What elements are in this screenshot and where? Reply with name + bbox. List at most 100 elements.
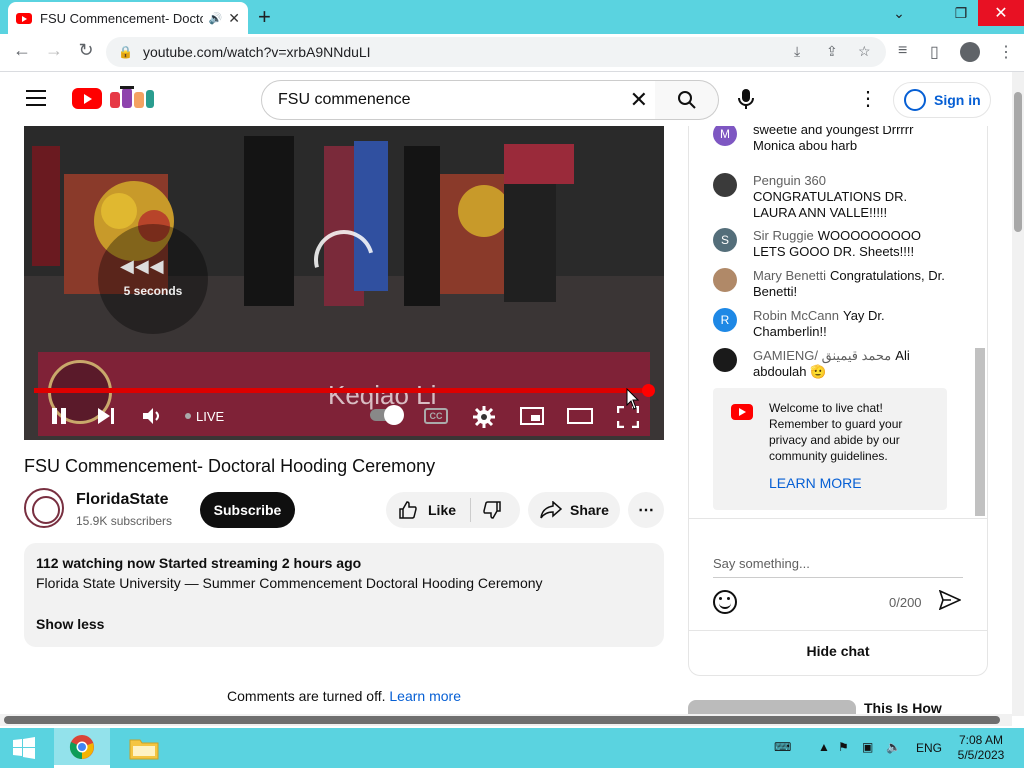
chat-avatar <box>713 348 737 372</box>
page-horizontal-scrollbar[interactable] <box>0 714 1012 726</box>
sign-in-button[interactable]: Sign in <box>893 82 991 118</box>
browser-tab[interactable]: FSU Commencement- Doctoral Hooding Cerem… <box>8 2 248 34</box>
like-divider <box>470 498 471 522</box>
chat-avatar: S <box>713 228 737 252</box>
network-icon[interactable]: ▣ <box>862 740 873 754</box>
profile-avatar-icon[interactable] <box>960 42 980 62</box>
taskbar-file-explorer[interactable] <box>116 728 172 768</box>
taskbar-chrome[interactable] <box>54 728 110 768</box>
speaker-icon[interactable]: 🔊 <box>209 12 223 25</box>
forward-icon[interactable]: → <box>42 40 66 61</box>
subscribe-button[interactable]: Subscribe <box>200 492 295 528</box>
input-language[interactable]: ENG <box>916 741 942 755</box>
back-icon[interactable]: ← <box>10 40 34 61</box>
show-hidden-icons[interactable]: ▲ <box>818 740 830 754</box>
browser-toolbar: ← → ↻ 🔒 youtube.com/watch?v=xrbA9NNduLI … <box>0 34 1024 72</box>
share-label: Share <box>570 502 609 518</box>
next-icon[interactable] <box>96 407 116 425</box>
page-hscroll-thumb[interactable] <box>4 716 1000 724</box>
folder-icon <box>129 739 159 760</box>
view-meta: 112 watching now Started streaming 2 hou… <box>36 555 362 571</box>
page-vertical-scrollbar[interactable] <box>1012 72 1024 716</box>
security-alert-icon[interactable]: ⚑ <box>838 740 849 754</box>
learn-more-button[interactable]: LEARN MORE <box>769 475 862 491</box>
like-button[interactable]: Like <box>398 492 456 528</box>
graduation-doodle-icon[interactable] <box>108 84 156 112</box>
volume-icon[interactable] <box>142 407 164 425</box>
chat-divider <box>689 630 987 631</box>
address-bar[interactable]: 🔒 youtube.com/watch?v=xrbA9NNduLI <box>106 37 886 67</box>
search-button[interactable] <box>655 80 719 120</box>
autoplay-toggle[interactable] <box>370 405 404 425</box>
comments-off-notice: Comments are turned off. Learn more <box>0 688 688 704</box>
microphone-icon[interactable] <box>736 88 756 110</box>
channel-name[interactable]: FloridaState <box>76 491 168 509</box>
browser-tab-strip: FSU Commencement- Doctoral Hooding Cerem… <box>0 0 1024 34</box>
reload-icon[interactable]: ↻ <box>74 40 98 61</box>
like-dislike-group: Like <box>386 492 520 528</box>
keyboard-icon[interactable]: ⌨ <box>774 740 791 754</box>
chat-message: M sweetie and youngest Drrrrr Monica abo… <box>713 126 953 154</box>
clear-search-icon[interactable]: ✕ <box>630 87 648 113</box>
subscriber-count: 15.9K subscribers <box>76 514 173 528</box>
close-tab-icon[interactable]: ✕ <box>228 10 240 27</box>
emoji-icon[interactable] <box>713 590 737 614</box>
description-box[interactable]: 112 watching now Started streaming 2 hou… <box>24 543 664 647</box>
media-control-icon[interactable]: ≡ <box>898 42 907 60</box>
chat-input[interactable]: Say something... <box>713 556 963 578</box>
up-next-title[interactable]: This Is How <box>864 700 942 714</box>
chat-divider <box>689 518 987 519</box>
more-actions-button[interactable]: ⋯ <box>628 492 664 528</box>
browser-menu-icon[interactable]: ⋮ <box>998 42 1014 62</box>
miniplayer-icon[interactable] <box>520 407 544 425</box>
chat-author[interactable]: Sir Ruggie <box>753 228 814 243</box>
settings-gear-icon[interactable] <box>473 406 495 428</box>
chat-author[interactable]: Mary Benetti <box>753 268 826 283</box>
channel-avatar[interactable] <box>24 488 64 528</box>
live-badge[interactable]: LIVE <box>196 409 224 424</box>
volume-muted-icon[interactable]: 🔈 <box>886 740 901 754</box>
chat-message-list: M sweetie and youngest Drrrrr Monica abo… <box>689 126 987 518</box>
scrubber-handle[interactable] <box>641 384 655 397</box>
chrome-icon <box>69 734 94 759</box>
chat-scroll-thumb[interactable] <box>975 348 985 516</box>
install-app-icon[interactable]: ⤓ <box>794 43 800 60</box>
system-clock[interactable]: 7:08 AM 5/5/2023 <box>952 733 1010 763</box>
start-button[interactable] <box>0 728 48 768</box>
page-scroll-thumb[interactable] <box>1014 92 1022 232</box>
chat-avatar <box>713 173 737 197</box>
rewind-icon: ◀ ◀ ◀ <box>120 256 164 276</box>
theater-mode-icon[interactable] <box>567 407 593 425</box>
bookmark-star-icon[interactable]: ☆ <box>858 43 871 60</box>
learn-more-link[interactable]: Learn more <box>389 688 461 704</box>
chat-author[interactable]: Penguin 360 <box>753 173 826 188</box>
chat-author[interactable]: Robin McCann <box>753 308 839 323</box>
chat-message: GAMIENG/ محمد قيمينق Ali abdoulah 🫡 <box>713 348 953 380</box>
side-panel-icon[interactable]: ▯ <box>930 42 939 62</box>
close-window-button[interactable]: ✕ <box>978 0 1024 26</box>
captions-button[interactable]: CC <box>424 408 448 424</box>
video-player[interactable]: ◀ ◀ ◀ 5 seconds Keqiao Li LIVE CC <box>24 126 664 440</box>
search-input[interactable]: FSU commenence ✕ <box>261 80 657 120</box>
progress-bar[interactable] <box>34 384 655 397</box>
share-page-icon[interactable]: ⇪ <box>826 43 838 60</box>
thumbs-down-icon[interactable] <box>482 500 502 520</box>
mouse-cursor-icon <box>626 388 639 410</box>
share-button[interactable]: Share <box>528 492 620 528</box>
send-icon[interactable] <box>939 590 961 610</box>
youtube-logo[interactable] <box>72 88 102 109</box>
show-less-button[interactable]: Show less <box>36 616 104 632</box>
chat-message-text: sweetie and youngest Drrrrr Monica abou … <box>753 126 914 153</box>
new-tab-button[interactable]: + <box>258 4 271 30</box>
chat-message-body: Sir Ruggie WOOOOOOOOO LETS GOOO DR. Sheet… <box>753 228 953 260</box>
hamburger-menu-icon[interactable] <box>26 90 46 106</box>
settings-more-icon[interactable]: ⋮ <box>858 86 878 111</box>
lock-icon[interactable]: 🔒 <box>118 45 133 59</box>
chat-message: R Robin McCann Yay Dr. Chamberlin!! <box>713 308 953 340</box>
chat-scrollbar[interactable] <box>973 126 985 518</box>
chat-author[interactable]: GAMIENG/ محمد قيمينق <box>753 348 891 363</box>
tab-title: FSU Commencement- Doctoral Hooding Cerem… <box>40 10 203 26</box>
hide-chat-button[interactable]: Hide chat <box>689 643 987 659</box>
pause-icon[interactable] <box>50 407 68 425</box>
chevron-down-icon[interactable]: ⌄ <box>876 0 922 26</box>
